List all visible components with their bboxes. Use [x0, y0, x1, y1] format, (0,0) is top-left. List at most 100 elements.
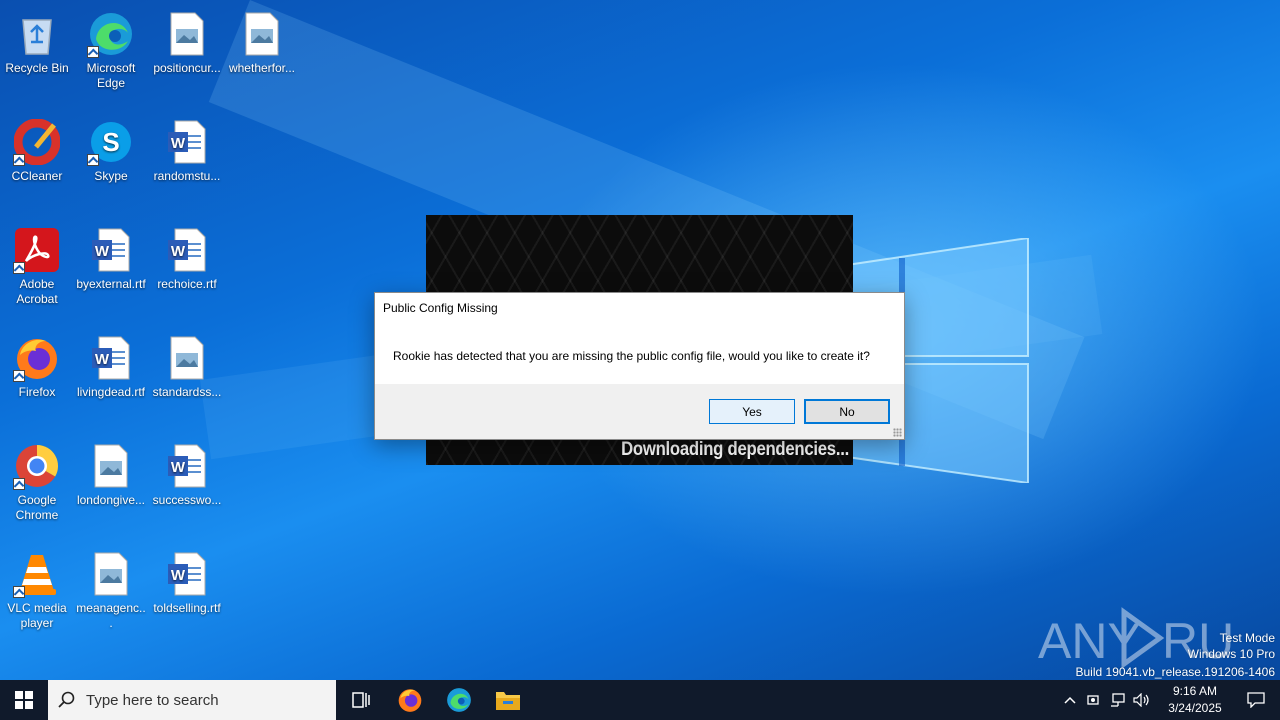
volume-icon[interactable]	[1130, 680, 1154, 720]
image-file-icon	[87, 442, 135, 490]
desktop-icon-vlc[interactable]: VLC media player	[0, 544, 74, 644]
icon-label: successwo...	[152, 493, 222, 507]
icon-label: byexternal.rtf	[76, 277, 146, 291]
desktop-icon-file[interactable]: W randomstu...	[150, 112, 224, 212]
desktop-icon-file[interactable]: standardss...	[150, 328, 224, 428]
taskbar-firefox-button[interactable]	[385, 680, 434, 720]
chrome-icon	[13, 442, 61, 490]
clock-date: 3/24/2025	[1168, 701, 1222, 715]
svg-text:W: W	[171, 459, 186, 476]
taskbar-file-explorer-button[interactable]	[483, 680, 532, 720]
word-doc-icon: W	[163, 118, 211, 166]
ccleaner-icon	[13, 118, 61, 166]
svg-text:W: W	[95, 351, 110, 368]
icon-label: Adobe Acrobat	[16, 277, 58, 306]
shortcut-arrow-icon	[13, 154, 25, 166]
shortcut-arrow-icon	[87, 46, 99, 58]
recycle-bin-icon	[13, 10, 61, 58]
word-doc-icon: W	[163, 550, 211, 598]
no-button[interactable]: No	[804, 399, 890, 424]
desktop-icon-file[interactable]: W rechoice.rtf	[150, 220, 224, 320]
dialog-message: Rookie has detected that you are missing…	[393, 349, 870, 363]
desktop-icon-recycle-bin[interactable]: Recycle Bin	[0, 4, 74, 104]
icon-label: meanagenc...	[76, 601, 146, 630]
image-file-icon	[238, 10, 286, 58]
start-button[interactable]	[0, 680, 48, 720]
test-mode-text: Test Mode	[1219, 631, 1275, 645]
shortcut-arrow-icon	[13, 586, 25, 598]
taskbar-clock[interactable]: 9:16 AM 3/24/2025	[1158, 683, 1232, 717]
icon-label: positioncur...	[153, 61, 221, 75]
taskbar: Type here to search 9:16 AM 3/24/2025	[0, 680, 1280, 720]
windows-edition-text: Windows 10 Pro	[1187, 647, 1275, 661]
desktop-icon-chrome[interactable]: Google Chrome	[0, 436, 74, 536]
shortcut-arrow-icon	[13, 478, 25, 490]
icon-label: standardss...	[152, 385, 222, 399]
desktop-icon-file[interactable]: W toldselling.rtf	[150, 544, 224, 644]
word-doc-icon: W	[163, 226, 211, 274]
desktop-icon-acrobat[interactable]: Adobe Acrobat	[0, 220, 74, 320]
network-icon[interactable]	[1106, 680, 1130, 720]
skype-icon: S	[87, 118, 135, 166]
yes-button[interactable]: Yes	[709, 399, 795, 424]
desktop-icon-file[interactable]: W byexternal.rtf	[74, 220, 148, 320]
icon-label: Microsoft Edge	[86, 61, 136, 90]
taskbar-search-box[interactable]: Type here to search	[48, 680, 336, 720]
splash-status-text: Downloading dependencies...	[621, 439, 849, 460]
search-placeholder: Type here to search	[86, 691, 219, 709]
desktop-icon-file[interactable]: W livingdead.rtf	[74, 328, 148, 428]
edge-icon	[87, 10, 135, 58]
search-icon	[48, 691, 86, 709]
desktop-icon-edge[interactable]: Microsoft Edge	[74, 4, 148, 104]
resize-grip-icon[interactable]	[893, 428, 902, 437]
vlc-icon	[13, 550, 61, 598]
icon-label: CCleaner	[11, 169, 63, 183]
desktop-icon-file[interactable]: whetherfor...	[225, 4, 299, 104]
icon-label: Firefox	[18, 385, 56, 399]
icon-label: randomstu...	[153, 169, 221, 183]
task-view-button[interactable]	[336, 680, 385, 720]
desktop-icon-file[interactable]: W successwo...	[150, 436, 224, 536]
icon-label: livingdead.rtf	[76, 385, 146, 399]
word-doc-icon: W	[87, 334, 135, 382]
icon-label: Google Chrome	[15, 493, 59, 522]
acrobat-icon	[13, 226, 61, 274]
windows-start-icon	[15, 691, 33, 709]
shortcut-arrow-icon	[13, 262, 25, 274]
build-text: Build 19041.vb_release.191206-1406	[1075, 665, 1276, 679]
task-view-icon	[351, 692, 370, 708]
desktop-icon-ccleaner[interactable]: CCleaner	[0, 112, 74, 212]
icon-label: londongive...	[76, 493, 146, 507]
icon-label: Skype	[94, 169, 128, 183]
icon-label: toldselling.rtf	[153, 601, 221, 615]
show-hidden-icons-chevron-icon[interactable]	[1058, 680, 1082, 720]
desktop-icon-file[interactable]: positioncur...	[150, 4, 224, 104]
desktop-icon-file[interactable]: londongive...	[74, 436, 148, 536]
icon-label: whetherfor...	[228, 61, 296, 75]
firefox-icon	[398, 689, 421, 712]
shortcut-arrow-icon	[13, 370, 25, 382]
system-tray: 9:16 AM 3/24/2025	[1058, 680, 1280, 720]
action-center-button[interactable]	[1232, 680, 1280, 720]
svg-text:W: W	[171, 135, 186, 152]
word-doc-icon: W	[87, 226, 135, 274]
icon-label: VLC media player	[7, 601, 67, 630]
image-file-icon	[163, 10, 211, 58]
folder-icon	[495, 692, 520, 710]
svg-text:W: W	[95, 243, 110, 260]
notification-icon	[1247, 692, 1265, 708]
clock-time: 9:16 AM	[1172, 684, 1218, 698]
shortcut-arrow-icon	[87, 154, 99, 166]
edge-icon	[446, 688, 471, 712]
taskbar-edge-button[interactable]	[434, 680, 483, 720]
svg-text:W: W	[171, 567, 186, 584]
dialog-footer: Yes No	[375, 384, 904, 439]
icon-label: Recycle Bin	[5, 61, 69, 75]
desktop-icon-skype[interactable]: S Skype	[74, 112, 148, 212]
firefox-icon	[13, 334, 61, 382]
desktop-icon-file[interactable]: meanagenc...	[74, 544, 148, 644]
meet-now-icon[interactable]	[1082, 680, 1106, 720]
svg-text:W: W	[171, 243, 186, 260]
image-file-icon	[87, 550, 135, 598]
desktop-icon-firefox[interactable]: Firefox	[0, 328, 74, 428]
